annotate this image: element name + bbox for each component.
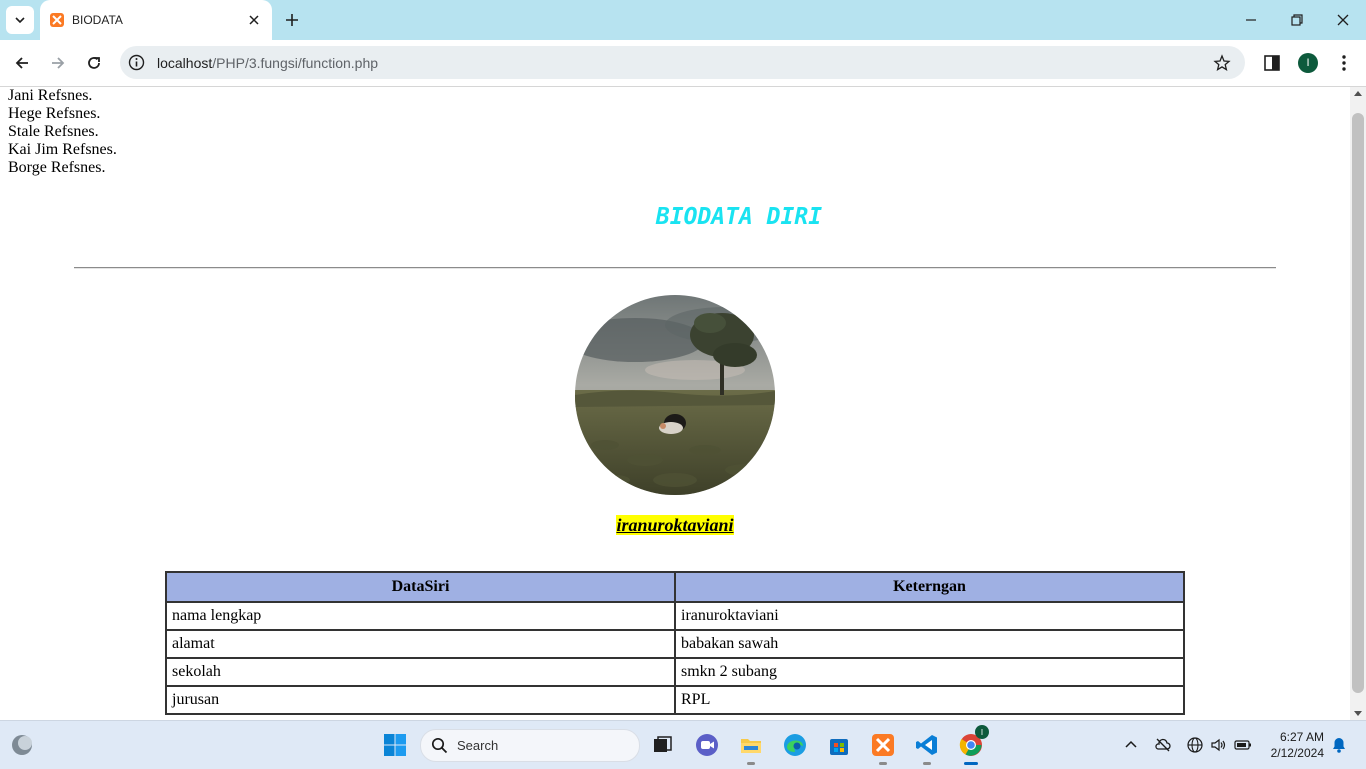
close-icon[interactable] xyxy=(246,12,262,28)
name-line: Stale Refsnes. xyxy=(8,123,99,140)
chrome-profile-badge: I xyxy=(975,725,989,739)
column-header: DataSiri xyxy=(165,571,676,603)
horizontal-rule xyxy=(74,267,1276,269)
name-line: Kai Jim Refsnes. xyxy=(8,141,117,158)
table-cell: RPL xyxy=(674,685,1185,715)
page-scrollbar[interactable] xyxy=(1350,87,1366,720)
windows-taskbar: Search I 6:27 AM 2/12/2024 xyxy=(0,720,1366,769)
clock-date: 2/12/2024 xyxy=(1270,746,1324,760)
page-viewport: Jani Refsnes. Hege Refsnes. Stale Refsne… xyxy=(0,87,1350,720)
xampp-icon[interactable] xyxy=(869,731,897,765)
chrome-icon[interactable]: I xyxy=(957,725,989,765)
battery-icon[interactable] xyxy=(1234,736,1252,754)
vscode-icon[interactable] xyxy=(913,731,941,765)
url-host: localhost xyxy=(157,55,213,71)
restore-icon[interactable] xyxy=(1288,11,1306,29)
back-arrow-icon[interactable] xyxy=(12,53,32,73)
table-cell: jurusan xyxy=(165,685,676,715)
site-info-icon[interactable] xyxy=(128,54,145,71)
chat-meet-icon[interactable] xyxy=(693,731,721,759)
search-placeholder: Search xyxy=(457,738,499,753)
biodata-table: DataSiri Keterngan nama lengkap iranurok… xyxy=(165,571,1185,715)
browser-tab[interactable]: BIODATA xyxy=(40,0,272,40)
name-line: Borge Refsnes. xyxy=(8,159,106,176)
address-bar[interactable]: localhost/PHP/3.fungsi/function.php xyxy=(120,46,1245,79)
name-line: Jani Refsnes. xyxy=(8,87,93,104)
table-row: sekolah smkn 2 subang xyxy=(165,657,1185,687)
running-indicator xyxy=(923,762,931,765)
window-close-icon[interactable] xyxy=(1334,11,1352,29)
table-cell: iranuroktaviani xyxy=(674,601,1185,631)
table-cell: nama lengkap xyxy=(165,601,676,631)
table-row: nama lengkap iranuroktaviani xyxy=(165,601,1185,631)
profile-avatar[interactable]: I xyxy=(1298,53,1318,73)
reload-icon[interactable] xyxy=(84,53,104,73)
table-row: jurusan RPL xyxy=(165,685,1185,715)
username-label: iranuroktaviani xyxy=(616,515,734,535)
active-indicator xyxy=(964,762,978,765)
table-header-row: DataSiri Keterngan xyxy=(165,571,1185,603)
url-text: localhost/PHP/3.fungsi/function.php xyxy=(157,55,378,71)
browser-titlebar: BIODATA xyxy=(0,0,1366,40)
tab-search-button[interactable] xyxy=(6,6,34,34)
side-panel-icon[interactable] xyxy=(1262,53,1282,73)
scroll-up-arrow-icon[interactable] xyxy=(1354,91,1362,96)
url-path: /PHP/3.fungsi/function.php xyxy=(212,55,379,71)
chevron-down-icon xyxy=(15,17,25,24)
column-header: Keterngan xyxy=(674,571,1185,603)
minimize-icon[interactable] xyxy=(1242,11,1260,29)
table-row: alamat babakan sawah xyxy=(165,629,1185,659)
cloud-offline-icon[interactable] xyxy=(1154,736,1172,754)
table-cell: smkn 2 subang xyxy=(674,657,1185,687)
edge-browser-icon[interactable] xyxy=(781,731,809,759)
search-icon xyxy=(431,737,448,754)
notification-bell-icon[interactable] xyxy=(1330,736,1348,754)
name-line: Hege Refsnes. xyxy=(8,105,101,122)
chevron-up-icon[interactable] xyxy=(1122,736,1140,754)
running-indicator xyxy=(879,762,887,765)
clock-time: 6:27 AM xyxy=(1279,730,1324,744)
username-wrapper: iranuroktaviani xyxy=(0,515,1350,536)
table-cell: babakan sawah xyxy=(674,629,1185,659)
scrollbar-thumb[interactable] xyxy=(1352,113,1364,693)
table-cell: alamat xyxy=(165,629,676,659)
profile-photo xyxy=(575,295,775,495)
xampp-favicon-icon xyxy=(50,13,64,27)
names-list: Jani Refsnes. Hege Refsnes. Stale Refsne… xyxy=(8,87,117,177)
table-cell: sekolah xyxy=(165,657,676,687)
system-clock[interactable]: 6:27 AM 2/12/2024 xyxy=(1262,729,1324,761)
store-icon[interactable] xyxy=(825,731,853,759)
weather-widget-icon[interactable] xyxy=(8,731,36,759)
new-tab-plus-icon[interactable] xyxy=(283,11,301,29)
start-windows-icon[interactable] xyxy=(381,731,409,759)
volume-icon[interactable] xyxy=(1210,736,1228,754)
tab-title: BIODATA xyxy=(72,13,123,27)
running-indicator xyxy=(747,762,755,765)
more-menu-icon[interactable] xyxy=(1336,53,1352,73)
task-view-icon[interactable] xyxy=(648,731,676,759)
page-heading: BIODATA DIRI xyxy=(655,204,823,230)
bookmark-star-icon[interactable] xyxy=(1213,54,1231,72)
file-explorer-icon[interactable] xyxy=(737,731,765,765)
network-globe-icon[interactable] xyxy=(1186,736,1204,754)
taskbar-search[interactable]: Search xyxy=(420,729,640,762)
scroll-down-arrow-icon[interactable] xyxy=(1354,711,1362,716)
forward-arrow-icon[interactable] xyxy=(48,53,68,73)
browser-toolbar: localhost/PHP/3.fungsi/function.php I xyxy=(0,40,1366,87)
